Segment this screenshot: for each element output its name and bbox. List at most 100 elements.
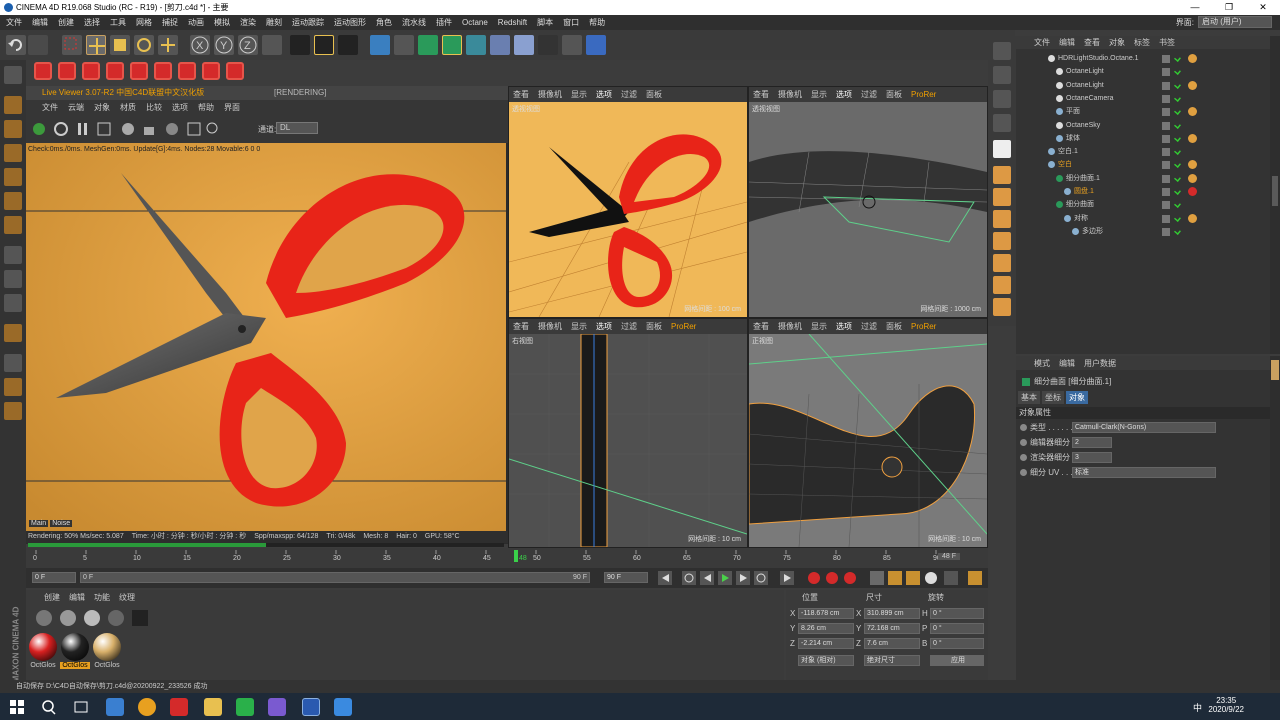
viewport-menu-item[interactable]: 面板 bbox=[646, 321, 662, 332]
attribute-field-value[interactable]: 3 bbox=[1072, 452, 1112, 463]
tab-noise[interactable]: Noise bbox=[50, 520, 73, 527]
octane-camera-icon[interactable] bbox=[178, 62, 196, 80]
make-editable-icon[interactable] bbox=[4, 66, 22, 84]
visibility-toggle-icon[interactable] bbox=[1162, 81, 1170, 90]
menu-item[interactable]: 网格 bbox=[136, 17, 152, 28]
viewport-menu-item[interactable]: 选项 bbox=[596, 89, 612, 100]
material-menu-item[interactable]: 创建 bbox=[44, 592, 60, 603]
object-tree-row[interactable]: 空白 bbox=[1016, 158, 1270, 171]
object-tree-row[interactable]: HDRLightStudio.Octane.1 bbox=[1016, 52, 1270, 65]
coordinate-mode-dropdown[interactable]: 对象 (相对) bbox=[798, 655, 854, 666]
menu-item[interactable]: 运动图形 bbox=[334, 17, 366, 28]
visibility-toggle-icon[interactable] bbox=[1162, 188, 1170, 196]
transform-icon[interactable] bbox=[158, 35, 178, 55]
wechat-icon[interactable] bbox=[236, 698, 254, 716]
field-radio-icon[interactable] bbox=[1020, 469, 1027, 476]
menu-item[interactable]: 流水线 bbox=[402, 17, 426, 28]
enable-check-icon[interactable] bbox=[1174, 68, 1181, 76]
side-tool-10-icon[interactable] bbox=[993, 254, 1011, 272]
position-field[interactable]: 8.26 cm bbox=[798, 623, 854, 634]
viewport-menu-item[interactable]: ProRer bbox=[911, 322, 936, 331]
octane-tool-6-icon[interactable] bbox=[154, 62, 172, 80]
side-tool-1-icon[interactable] bbox=[993, 42, 1011, 60]
move-icon[interactable] bbox=[86, 35, 106, 55]
search-icon[interactable] bbox=[40, 698, 58, 716]
enable-check-icon[interactable] bbox=[1174, 108, 1181, 116]
viewport-menu-item[interactable]: 显示 bbox=[571, 89, 587, 100]
visibility-toggle-icon[interactable] bbox=[1162, 68, 1170, 77]
scale-icon[interactable] bbox=[110, 35, 130, 55]
menu-item[interactable]: 编辑 bbox=[32, 17, 48, 28]
coordinate-system-icon[interactable] bbox=[262, 35, 282, 55]
menu-item[interactable]: 动画 bbox=[188, 17, 204, 28]
live-viewer-menu-item[interactable]: 比较 bbox=[146, 102, 162, 113]
environment-icon[interactable] bbox=[490, 35, 510, 55]
object-tree-row[interactable]: OctaneLight bbox=[1016, 65, 1270, 78]
light-icon[interactable] bbox=[562, 35, 582, 55]
viewport-menu-item[interactable]: 过滤 bbox=[861, 321, 877, 332]
viewport-menu-item[interactable]: 面板 bbox=[886, 321, 902, 332]
material-preview-icons[interactable] bbox=[34, 608, 154, 628]
side-tool-8-icon[interactable] bbox=[993, 210, 1011, 228]
cube-icon[interactable] bbox=[370, 35, 390, 55]
attribute-menu-item[interactable]: 编辑 bbox=[1059, 358, 1075, 369]
viewport-menu-item[interactable]: 摄像机 bbox=[778, 321, 802, 332]
enable-check-icon[interactable] bbox=[1174, 214, 1181, 222]
object-manager-menu-item[interactable]: 标签 bbox=[1134, 37, 1150, 48]
z-axis-icon[interactable]: Z bbox=[238, 35, 258, 55]
menu-item[interactable]: 文件 bbox=[6, 17, 22, 28]
viewport-menu-item[interactable]: 过滤 bbox=[861, 89, 877, 100]
menu-item[interactable]: 帮助 bbox=[589, 17, 605, 28]
enable-check-icon[interactable] bbox=[1174, 134, 1181, 142]
app-icon-6[interactable] bbox=[268, 698, 286, 716]
enable-check-icon[interactable] bbox=[1174, 174, 1181, 182]
task-view-icon[interactable] bbox=[72, 698, 90, 716]
material-menu-item[interactable]: 功能 bbox=[94, 592, 110, 603]
live-viewer-menu-item[interactable]: 文件 bbox=[42, 102, 58, 113]
attribute-field-value[interactable]: 标准 bbox=[1072, 467, 1216, 478]
rotation-field[interactable]: 0 ° bbox=[930, 638, 984, 649]
side-tool-12-icon[interactable] bbox=[993, 298, 1011, 316]
undo-icon[interactable] bbox=[6, 35, 26, 55]
object-tree-row[interactable]: 球体 bbox=[1016, 132, 1270, 145]
object-tree-row[interactable]: OctaneCamera bbox=[1016, 92, 1270, 105]
windows-start-icon[interactable] bbox=[8, 698, 26, 716]
material-tag-icon[interactable] bbox=[1188, 80, 1197, 90]
attribute-menu-item[interactable]: 用户数据 bbox=[1084, 358, 1116, 369]
side-tool-5-icon[interactable] bbox=[993, 140, 1011, 158]
floor-icon[interactable] bbox=[514, 35, 534, 55]
position-field[interactable]: -2.214 cm bbox=[798, 638, 854, 649]
visibility-toggle-icon[interactable] bbox=[1162, 134, 1170, 143]
object-tree-row[interactable]: 多边形 bbox=[1016, 225, 1270, 238]
redo-icon[interactable] bbox=[28, 35, 48, 55]
viewport-menu-item[interactable]: 摄像机 bbox=[778, 89, 802, 100]
menu-item[interactable]: 角色 bbox=[376, 17, 392, 28]
app-icon-8[interactable] bbox=[334, 698, 352, 716]
start-frame-field[interactable]: 0 F bbox=[32, 572, 76, 583]
visibility-toggle-icon[interactable] bbox=[1162, 108, 1170, 117]
side-tool-2-icon[interactable] bbox=[993, 66, 1011, 84]
tab-basic[interactable]: 基本 bbox=[1018, 391, 1040, 404]
visibility-toggle-icon[interactable] bbox=[1162, 94, 1170, 103]
enable-check-icon[interactable] bbox=[1174, 201, 1181, 209]
size-field[interactable]: 72.168 cm bbox=[864, 623, 920, 634]
menu-item[interactable]: 捕捉 bbox=[162, 17, 178, 28]
cinema4d-taskbar-icon[interactable] bbox=[302, 698, 320, 716]
grid-icon[interactable] bbox=[4, 354, 22, 372]
side-tool-11-icon[interactable] bbox=[993, 276, 1011, 294]
object-manager-menu-item[interactable]: 查看 bbox=[1084, 37, 1100, 48]
object-tree-row[interactable]: 圆盘.1 bbox=[1016, 185, 1270, 198]
material-menu-item[interactable]: 编辑 bbox=[69, 592, 85, 603]
workplane-icon[interactable] bbox=[4, 144, 22, 162]
model-mode-icon[interactable] bbox=[4, 96, 22, 114]
material-tag-icon[interactable] bbox=[1188, 107, 1197, 117]
object-manager-menu-item[interactable]: 文件 bbox=[1034, 37, 1050, 48]
tab-coordinates[interactable]: 坐标 bbox=[1042, 391, 1064, 404]
menu-item[interactable]: Redshift bbox=[498, 18, 527, 27]
octane-tool-5-icon[interactable] bbox=[130, 62, 148, 80]
visibility-toggle-icon[interactable] bbox=[1162, 55, 1170, 63]
material-tag-icon[interactable] bbox=[1188, 54, 1197, 63]
object-tree-row[interactable]: 细分曲面 bbox=[1016, 198, 1270, 211]
deformer-icon[interactable] bbox=[466, 35, 486, 55]
live-viewer-menu-item[interactable]: 对象 bbox=[94, 102, 110, 113]
